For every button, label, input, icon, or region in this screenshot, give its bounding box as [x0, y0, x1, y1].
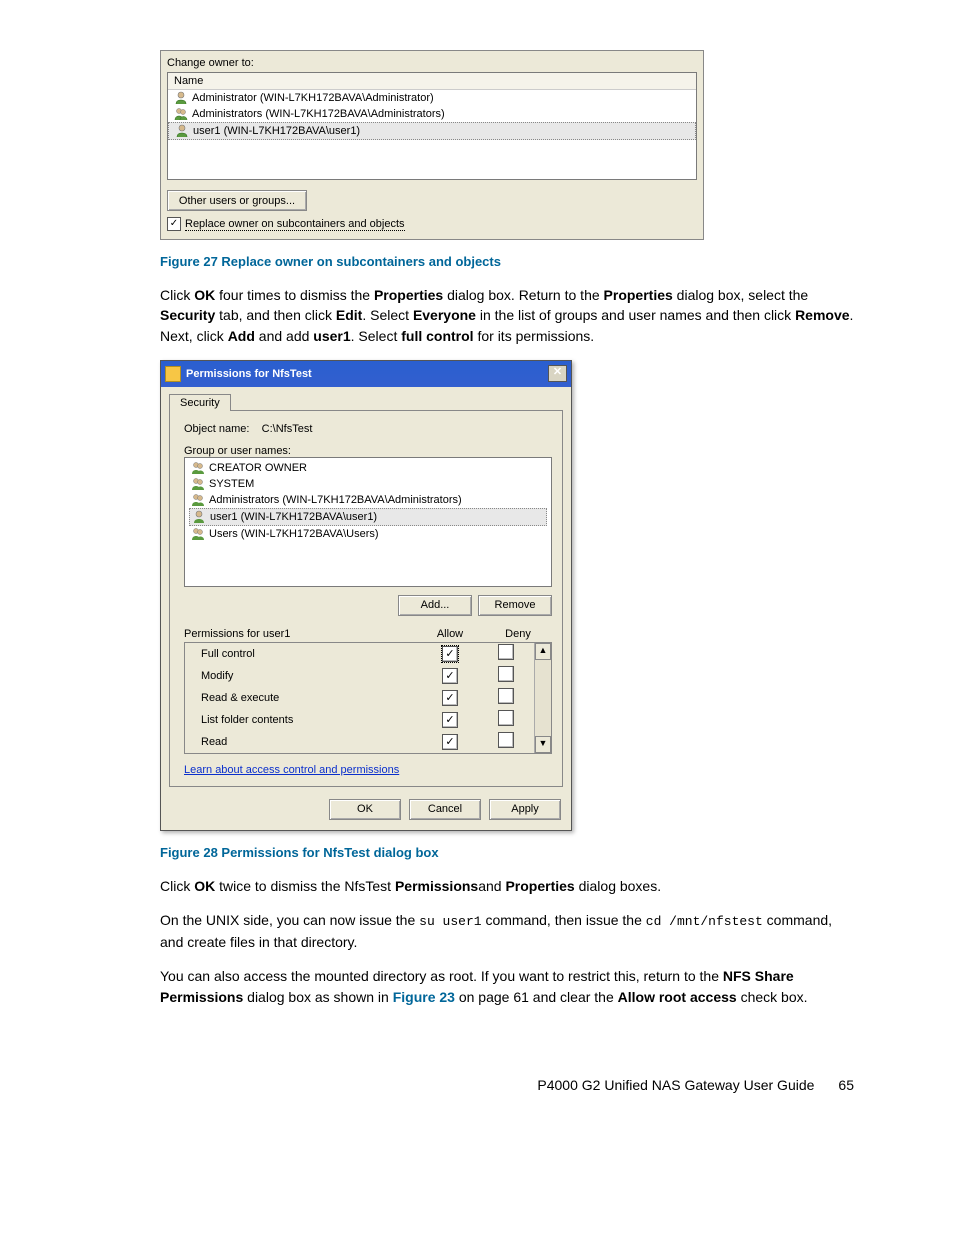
- allow-checkbox[interactable]: ✓: [442, 734, 458, 750]
- scroll-up-button[interactable]: ▲: [535, 643, 551, 660]
- owner-item-label: Administrator (WIN-L7KH172BAVA\Administr…: [192, 92, 434, 104]
- replace-owner-checkbox[interactable]: ✓: [167, 217, 181, 231]
- cancel-button[interactable]: Cancel: [409, 799, 481, 820]
- owner-item[interactable]: Administrator (WIN-L7KH172BAVA\Administr…: [168, 90, 696, 106]
- owner-list[interactable]: Name Administrator (WIN-L7KH172BAVA\Admi…: [167, 72, 697, 180]
- owner-item-label: user1 (WIN-L7KH172BAVA\user1): [193, 125, 360, 137]
- scroll-down-button[interactable]: ▼: [535, 736, 551, 753]
- users-icon: [174, 107, 188, 121]
- permission-row: Read ✓: [185, 731, 534, 753]
- scrollbar[interactable]: ▲ ▼: [534, 643, 551, 753]
- page-number: 65: [838, 1077, 854, 1093]
- other-users-button[interactable]: Other users or groups...: [167, 190, 307, 211]
- permission-row: Modify ✓: [185, 665, 534, 687]
- object-name-label: Object name:: [184, 423, 249, 435]
- dialog-title: Permissions for NfsTest: [186, 368, 312, 380]
- owner-list-header[interactable]: Name: [168, 73, 696, 90]
- users-icon: [191, 527, 205, 541]
- titlebar[interactable]: Permissions for NfsTest ✕: [161, 361, 571, 387]
- paragraph-4: You can also access the mounted director…: [160, 966, 854, 1007]
- users-icon: [191, 477, 205, 491]
- owner-item-selected[interactable]: user1 (WIN-L7KH172BAVA\user1): [168, 122, 696, 140]
- paragraph-2: Click OK twice to dismiss the NfsTest Pe…: [160, 876, 854, 896]
- group-item[interactable]: Administrators (WIN-L7KH172BAVA\Administ…: [189, 492, 547, 508]
- paragraph-1: Click OK four times to dismiss the Prope…: [160, 285, 854, 346]
- change-owner-panel: Change owner to: Name Administrator (WIN…: [160, 50, 704, 240]
- group-item[interactable]: Users (WIN-L7KH172BAVA\Users): [189, 526, 547, 542]
- remove-button[interactable]: Remove: [478, 595, 552, 616]
- ok-button[interactable]: OK: [329, 799, 401, 820]
- folder-icon: [165, 366, 181, 382]
- close-button[interactable]: ✕: [548, 365, 567, 382]
- permission-row: Full control ✓: [185, 643, 534, 665]
- figure-23-link[interactable]: Figure 23: [393, 989, 455, 1005]
- deny-checkbox[interactable]: [498, 688, 514, 704]
- replace-owner-label: Replace owner on subcontainers and objec…: [185, 218, 405, 231]
- permission-row: Read & execute ✓: [185, 687, 534, 709]
- deny-checkbox[interactable]: [498, 710, 514, 726]
- deny-checkbox[interactable]: [498, 644, 514, 660]
- group-item[interactable]: CREATOR OWNER: [189, 460, 547, 476]
- change-owner-label: Change owner to:: [167, 57, 697, 69]
- owner-item[interactable]: Administrators (WIN-L7KH172BAVA\Administ…: [168, 106, 696, 122]
- add-button[interactable]: Add...: [398, 595, 472, 616]
- allow-checkbox[interactable]: ✓: [442, 668, 458, 684]
- permissions-for-label: Permissions for user1: [184, 628, 416, 640]
- allow-checkbox[interactable]: ✓: [442, 712, 458, 728]
- footer-title: P4000 G2 Unified NAS Gateway User Guide: [537, 1077, 814, 1093]
- group-label: Group or user names:: [184, 445, 552, 457]
- learn-link[interactable]: Learn about access control and permissio…: [184, 764, 399, 776]
- users-icon: [191, 493, 205, 507]
- apply-button[interactable]: Apply: [489, 799, 561, 820]
- paragraph-3: On the UNIX side, you can now issue the …: [160, 910, 854, 952]
- group-item-selected[interactable]: user1 (WIN-L7KH172BAVA\user1): [189, 508, 547, 526]
- allow-header: Allow: [416, 628, 484, 640]
- permissions-list: Full control ✓ Modify ✓ Read & execute ✓: [184, 642, 552, 754]
- tab-security[interactable]: Security: [169, 394, 231, 411]
- deny-checkbox[interactable]: [498, 666, 514, 682]
- user-icon: [174, 91, 188, 105]
- deny-header: Deny: [484, 628, 552, 640]
- users-icon: [191, 461, 205, 475]
- owner-item-label: Administrators (WIN-L7KH172BAVA\Administ…: [192, 108, 445, 120]
- figure-28-caption: Figure 28 Permissions for NfsTest dialog…: [160, 845, 854, 860]
- allow-checkbox[interactable]: ✓: [442, 646, 458, 662]
- permission-row: List folder contents ✓: [185, 709, 534, 731]
- user-icon: [175, 124, 189, 138]
- page-footer: P4000 G2 Unified NAS Gateway User Guide …: [160, 1077, 854, 1093]
- group-item[interactable]: SYSTEM: [189, 476, 547, 492]
- group-list[interactable]: CREATOR OWNER SYSTEM Administrators (WIN…: [184, 457, 552, 587]
- allow-checkbox[interactable]: ✓: [442, 690, 458, 706]
- figure-27-caption: Figure 27 Replace owner on subcontainers…: [160, 254, 854, 269]
- object-name-value: C:\NfsTest: [262, 423, 313, 435]
- user-icon: [192, 510, 206, 524]
- permissions-dialog: Permissions for NfsTest ✕ Security Objec…: [160, 360, 572, 831]
- deny-checkbox[interactable]: [498, 732, 514, 748]
